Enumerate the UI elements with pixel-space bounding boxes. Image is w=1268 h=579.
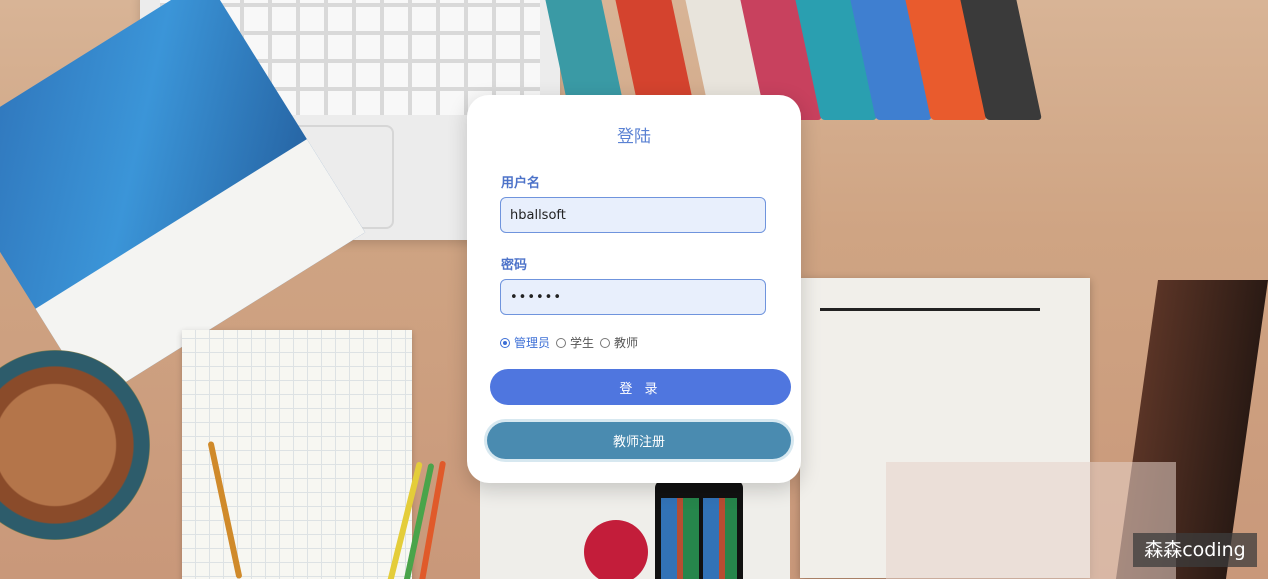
username-input[interactable] [500,197,766,233]
lg-logo [584,520,648,579]
role-teacher-label: 教师 [614,336,639,350]
password-label: 密码 [501,258,528,273]
radio-unselected-icon [600,337,611,348]
login-button[interactable]: 登 录 [490,369,791,405]
radio-unselected-icon [556,337,567,348]
username-label: 用户名 [501,176,541,191]
login-card: 登陆 用户名 密码 管理员 学生 教师 登 录 教师注册 [467,95,801,483]
role-admin-label: 管理员 [514,336,551,350]
role-admin-radio[interactable]: 管理员 [500,334,550,351]
role-selector: 管理员 学生 教师 [500,334,644,351]
notebook-image [182,330,412,579]
login-title: 登陆 [617,127,651,147]
role-student-radio[interactable]: 学生 [556,334,594,351]
teacher-register-button[interactable]: 教师注册 [487,422,791,459]
role-teacher-radio[interactable]: 教师 [600,334,638,351]
radio-selected-icon [500,337,510,348]
role-student-label: 学生 [570,336,595,350]
password-input[interactable] [500,279,766,315]
watermark-label: 森森coding [1133,533,1257,567]
phone-image [655,480,743,579]
